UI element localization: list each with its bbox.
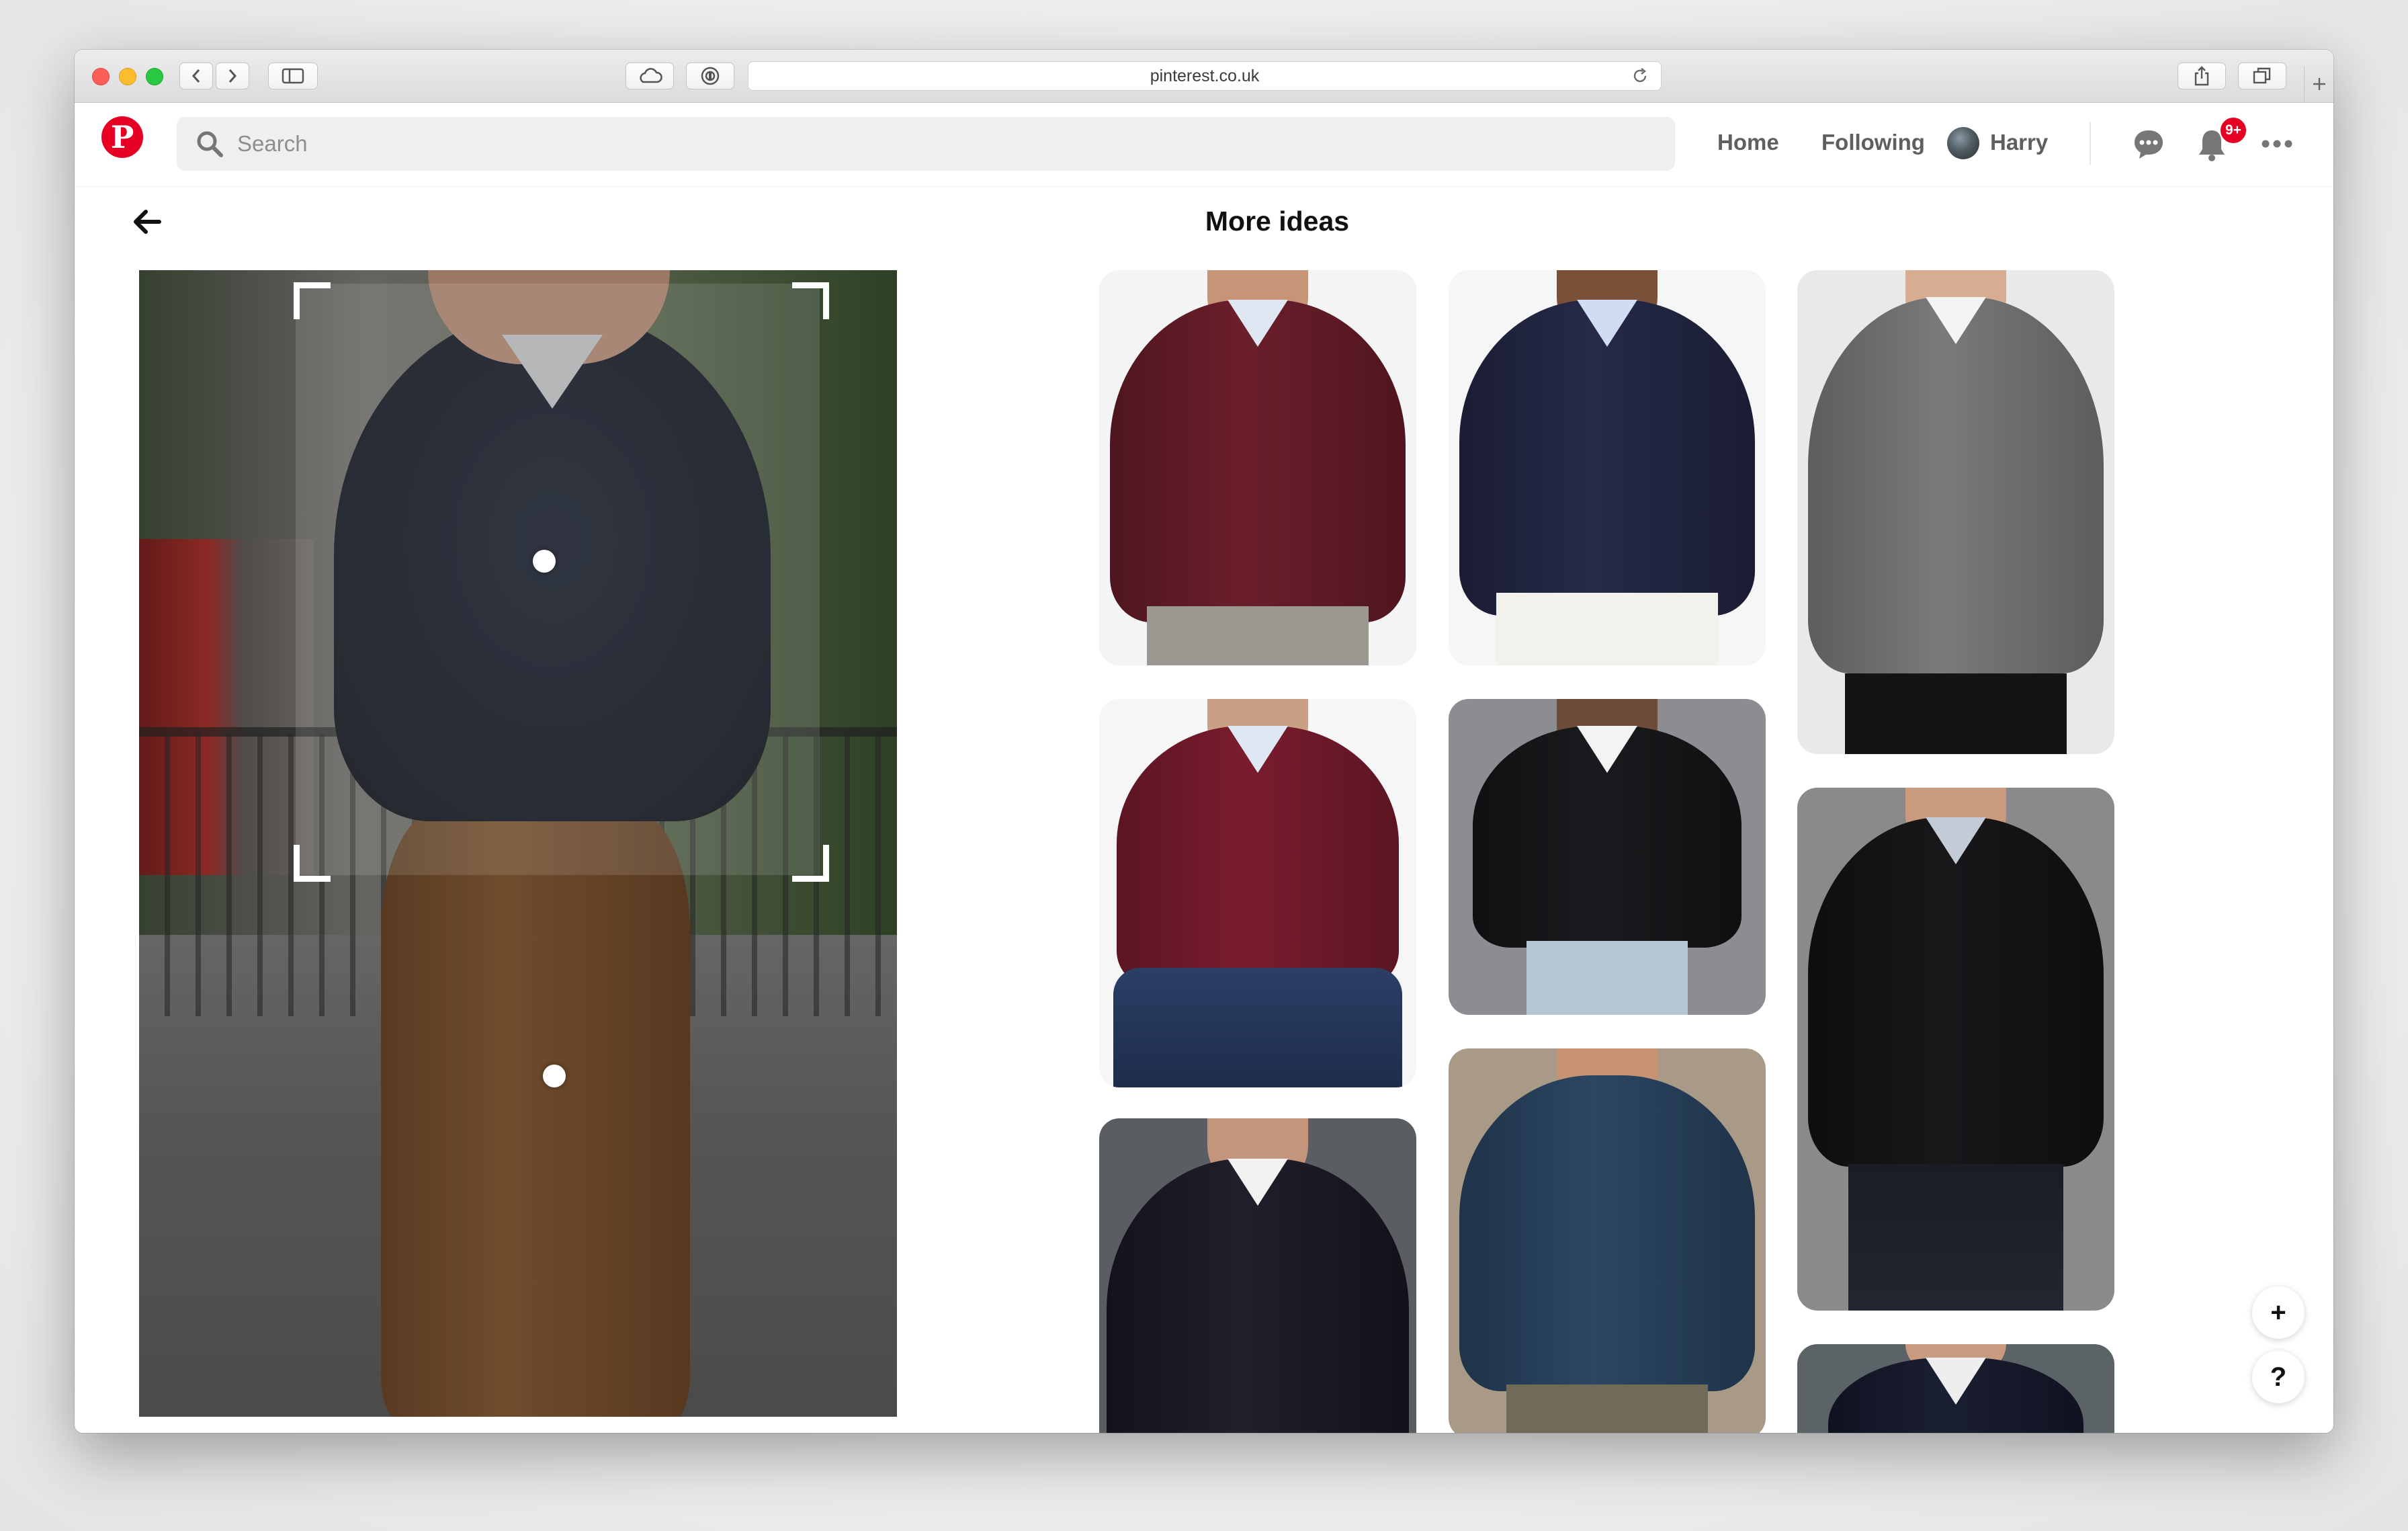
cloud-icon [640,68,662,83]
visual-search-crop-area[interactable] [296,284,820,875]
search-input[interactable] [236,130,1582,157]
privacy-icon [701,67,720,85]
chevron-left-icon [191,69,200,83]
plus-icon [2313,78,2325,90]
related-pin[interactable] [1099,270,1416,665]
notification-badge: 9+ [2219,116,2247,144]
related-pin[interactable] [1797,788,2114,1311]
close-window-button[interactable] [92,68,110,85]
forward-nav-button[interactable] [216,63,249,89]
address-bar[interactable]: pinterest.co.uk [748,61,1662,91]
create-pin-button[interactable]: + [2252,1286,2305,1339]
visual-search-dot-trousers[interactable] [543,1065,566,1087]
reload-icon[interactable] [1631,67,1649,89]
nav-home-link[interactable]: Home [1717,130,1779,155]
sidebar-toggle-button[interactable] [268,63,318,89]
zoom-window-button[interactable] [146,68,163,85]
related-pin[interactable] [1449,1048,1766,1433]
browser-window: pinterest.co.uk P Home Following Harry [75,50,2333,1433]
related-pin[interactable] [1449,699,1766,1015]
user-avatar[interactable] [1947,127,1979,159]
messages-button[interactable] [2130,126,2167,163]
chevron-right-icon [228,69,237,83]
visual-search-dot-sweater[interactable] [533,550,556,573]
search-bar[interactable] [177,117,1675,171]
help-button[interactable]: ? [2252,1351,2305,1403]
related-pin[interactable] [1099,1118,1416,1433]
url-text: pinterest.co.uk [1150,66,1260,85]
pinterest-logo[interactable]: P [101,116,143,158]
sidebar-icon [282,68,304,84]
chat-icon [2135,130,2163,159]
section-title: More ideas [1205,206,1350,237]
tabs-icon [2253,67,2271,84]
share-button[interactable] [2178,63,2226,89]
icloud-tabs-button[interactable] [626,63,674,89]
browser-toolbar: pinterest.co.uk [75,50,2333,103]
back-nav-button[interactable] [179,63,213,89]
logo-letter: P [110,119,134,155]
privacy-report-button[interactable] [686,63,734,89]
related-pin[interactable] [1797,1344,2114,1433]
new-tab-button[interactable] [2304,66,2333,102]
minimize-window-button[interactable] [119,68,136,85]
related-pin[interactable] [1099,699,1416,1087]
site-header: P Home Following Harry 9+ [75,103,2333,187]
more-icon [2262,140,2292,148]
crop-handle-top-right[interactable] [792,282,829,319]
nav-following-link[interactable]: Following [1821,130,1925,155]
plus-icon: + [2270,1297,2286,1327]
related-pin[interactable] [1449,270,1766,665]
crop-handle-top-left[interactable] [294,282,331,319]
main-pin-image[interactable] [139,270,897,1417]
tab-overview-button[interactable] [2238,63,2286,89]
header-divider [2090,122,2091,165]
nav-profile-name[interactable]: Harry [1990,130,2048,155]
more-options-button[interactable] [2258,127,2296,161]
back-arrow-icon [134,210,161,234]
search-icon [196,130,224,158]
crop-handle-bottom-right[interactable] [792,845,829,882]
crop-handle-bottom-left[interactable] [294,845,331,882]
share-icon [2194,66,2209,86]
help-icon: ? [2270,1362,2287,1392]
back-button[interactable] [132,208,162,239]
related-pin[interactable] [1797,270,2114,754]
